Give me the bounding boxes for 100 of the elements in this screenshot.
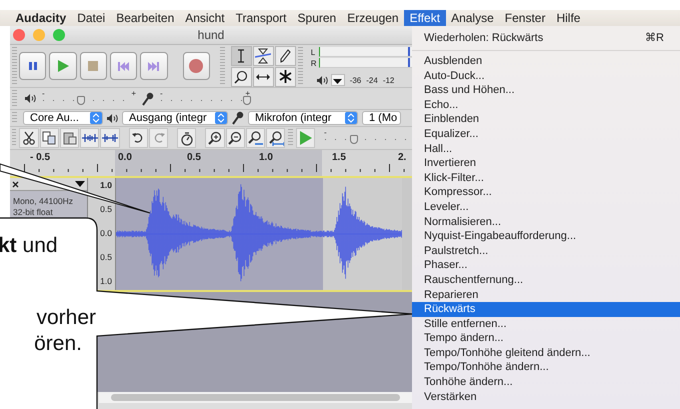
menu-bar-item[interactable]: Spuren xyxy=(292,10,342,26)
amplitude-scale-label: 1.0 xyxy=(100,276,112,286)
device-dropdown[interactable]: 1 (Mo xyxy=(362,111,402,125)
menu-bar-item[interactable]: Ansicht xyxy=(180,10,230,26)
play-button[interactable] xyxy=(49,52,77,80)
toolbar-button[interactable] xyxy=(128,128,148,148)
menu-bar-item[interactable]: Analyse xyxy=(446,10,500,26)
menu-item[interactable]: Verstärken xyxy=(412,390,680,404)
pause-button[interactable] xyxy=(18,52,46,80)
speaker-icon xyxy=(107,114,118,122)
toolbar-button[interactable] xyxy=(246,128,266,148)
end-button[interactable] xyxy=(140,52,168,80)
tool-button[interactable] xyxy=(252,66,274,86)
speaker-icon xyxy=(316,76,328,84)
menu-bar-item[interactable]: Transport xyxy=(230,10,292,26)
meter-tick-label: -24 xyxy=(366,76,378,84)
keyboard-shortcut: ⌘R xyxy=(645,31,664,46)
menu-item[interactable]: Normalisieren... xyxy=(412,214,680,230)
menu-item-label: Wiederholen: Rückwärts xyxy=(424,31,544,46)
slider-max-label: + xyxy=(245,90,250,98)
record-icon xyxy=(189,59,204,73)
tool-button[interactable] xyxy=(230,66,252,86)
menu-item[interactable]: Einblenden xyxy=(412,112,680,127)
menu-item[interactable]: Wiederholen: Rückwärts ⌘R xyxy=(412,31,680,46)
toolbar-button[interactable] xyxy=(60,128,80,148)
menu-item[interactable]: Tempo/Tonhöhe gleitend ändern... xyxy=(412,346,680,360)
menu-bar-item[interactable]: Bearbeiten xyxy=(110,10,180,26)
menu-item[interactable]: Tonhöhe ändern... xyxy=(412,375,680,390)
microphone-icon xyxy=(142,92,154,106)
slider-min-label: - xyxy=(160,90,163,98)
menu-item[interactable]: Stille entfernen... xyxy=(412,316,680,332)
stop-button[interactable] xyxy=(80,52,107,80)
ruler-label: 1.0 xyxy=(259,152,273,163)
slider-min-label: - xyxy=(42,90,45,98)
menu-item[interactable]: Invertieren xyxy=(412,156,680,171)
menu-item[interactable]: Equalizer... xyxy=(412,126,680,142)
meter-tick-label: -36 xyxy=(350,76,362,84)
menu-item[interactable]: Paulstretch... xyxy=(412,244,680,258)
ruler-label: 1.5 xyxy=(332,152,346,163)
menu-item[interactable]: Kompressor... xyxy=(412,185,680,200)
menu-bar-item[interactable]: Effekt xyxy=(404,10,446,26)
start-button[interactable] xyxy=(110,52,138,80)
timeline-ruler[interactable]: - 0.5 0.0 0.5 1.0 1.5 2. xyxy=(10,150,412,178)
close-icon[interactable] xyxy=(12,180,19,188)
menu-item[interactable]: Echo... xyxy=(412,98,680,112)
menu-bar-item[interactable]: Fenster xyxy=(499,10,551,26)
fit-project-icon xyxy=(268,130,284,146)
horizontal-scrollbar[interactable] xyxy=(99,392,412,403)
caret-icon xyxy=(333,79,342,84)
slider-thumb[interactable] xyxy=(76,96,85,104)
dropdown-button[interactable] xyxy=(330,74,345,86)
play-icon xyxy=(298,131,312,145)
menu-item[interactable]: Tempo/Tonhöhe ändern... xyxy=(412,360,680,376)
menu-item[interactable]: Hall... xyxy=(412,142,680,156)
trim-audio-icon xyxy=(82,131,98,145)
toolbar-button[interactable] xyxy=(226,128,245,148)
device-dropdown[interactable]: Core Au... xyxy=(23,111,103,125)
tool-button[interactable] xyxy=(230,46,252,66)
toolbar-button[interactable] xyxy=(40,128,59,148)
toolbar-button[interactable] xyxy=(19,128,39,148)
slider-thumb[interactable] xyxy=(350,135,358,144)
slider-thumb[interactable] xyxy=(243,96,251,104)
menu-item[interactable]: Tempo ändern... xyxy=(412,331,680,346)
slider-min-label: - xyxy=(324,129,327,137)
pencil-icon xyxy=(279,48,292,62)
menu-item[interactable]: Bass und Höhen... xyxy=(412,83,680,98)
menu-bar-item[interactable]: Audacity xyxy=(10,10,72,26)
toolbar-button[interactable] xyxy=(266,128,286,148)
menu-bar-item[interactable]: Erzeugen xyxy=(342,10,404,26)
meter-tick-label: -12 xyxy=(382,76,394,84)
menu-item[interactable]: Nyquist-Eingabeaufforderung... xyxy=(412,229,680,244)
menu-item[interactable]: Auto-Duck... xyxy=(412,68,680,84)
toolbar-button[interactable] xyxy=(205,128,225,148)
paste-icon xyxy=(62,131,77,145)
callout-text: vorher xyxy=(35,306,96,330)
toolbar-button[interactable] xyxy=(177,128,196,148)
toolbar-button[interactable] xyxy=(80,128,100,148)
channel-label: R xyxy=(310,58,318,68)
menu-item[interactable]: Rückwärts xyxy=(412,302,680,317)
menu-item[interactable]: Rauschentfernung... xyxy=(412,272,680,288)
device-dropdown[interactable]: Mikrofon (integr xyxy=(248,111,358,125)
menu-item[interactable]: Klick-Filter... xyxy=(412,170,680,186)
device-dropdown[interactable]: Ausgang (integr xyxy=(122,111,228,125)
menu-item[interactable]: Phaser... xyxy=(412,258,680,273)
pause-icon xyxy=(28,61,38,71)
menu-item[interactable]: Leveler... xyxy=(412,200,680,215)
menu-bar-item[interactable]: Hilfe xyxy=(550,10,586,26)
asterisk-icon xyxy=(278,70,292,83)
menu-bar-item[interactable]: Datei xyxy=(72,10,111,26)
record-button[interactable] xyxy=(182,52,210,80)
menu-item[interactable]: Reparieren xyxy=(412,288,680,302)
tool-button[interactable] xyxy=(252,46,274,66)
ruler-label: 0.5 xyxy=(187,152,201,163)
menu-item[interactable]: Ausblenden xyxy=(412,54,680,69)
tool-button[interactable] xyxy=(274,66,296,86)
toolbar-button[interactable] xyxy=(100,128,120,148)
ruler-label: - 0.5 xyxy=(30,152,50,163)
amplitude-scale-label: 0.5 xyxy=(100,204,112,214)
caret-icon[interactable] xyxy=(75,181,85,187)
tool-button[interactable] xyxy=(274,46,296,66)
